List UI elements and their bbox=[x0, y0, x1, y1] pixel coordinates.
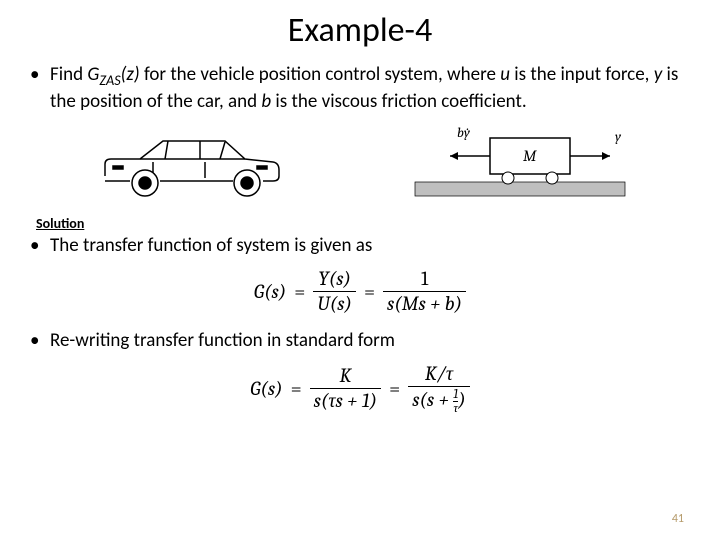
bullet-dot: • bbox=[30, 63, 50, 113]
bullet2-text: The transfer function of system is given… bbox=[50, 234, 372, 258]
bullet-standard-form: • Re-writing transfer function in standa… bbox=[30, 329, 690, 353]
equation-1: G(s) = Y(s) U(s) = 1 s(Ms + b) bbox=[30, 268, 690, 315]
page-title: Example-4 bbox=[30, 10, 690, 51]
label-mass: M bbox=[523, 147, 537, 165]
label-bydot: bẏ bbox=[457, 124, 471, 141]
problem-statement: • Find GZAS(z) for the vehicle position … bbox=[30, 63, 690, 113]
solution-heading: Solution bbox=[36, 215, 690, 232]
problem-text: Find GZAS(z) for the vehicle position co… bbox=[50, 63, 690, 113]
bullet-transfer-function: • The transfer function of system is giv… bbox=[30, 234, 690, 258]
mass-diagram: bẏ M y bbox=[405, 124, 635, 209]
bullet3-text: Re-writing transfer function in standard… bbox=[50, 329, 395, 353]
figures-row: bẏ M y bbox=[30, 121, 690, 211]
page-number: 41 bbox=[672, 512, 684, 526]
equation-2: G(s) = K s(τs + 1) = K/τ s(s + 1τ) bbox=[30, 363, 690, 415]
car-illustration bbox=[85, 126, 295, 206]
bullet-dot: • bbox=[30, 329, 50, 353]
label-y: y bbox=[615, 128, 622, 145]
bullet-dot: • bbox=[30, 234, 50, 258]
